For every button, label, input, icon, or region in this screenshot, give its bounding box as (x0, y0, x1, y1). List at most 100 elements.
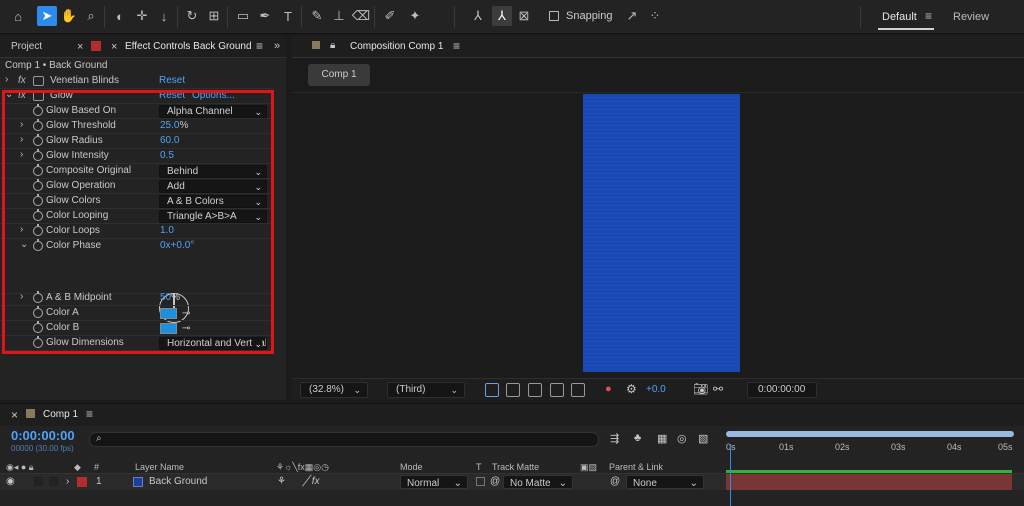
graph-editor-icon[interactable]: ▧ (698, 432, 708, 445)
snap-edge-icon[interactable]: ↗ (622, 6, 642, 26)
tab-effect-controls[interactable]: Effect Controls Back Ground (125, 41, 252, 52)
workspace-default-tab[interactable]: Default (882, 11, 917, 23)
dropdown-value: Normal (407, 478, 440, 489)
back-ground-layer-preview[interactable] (583, 94, 740, 372)
preserve-transparency-toggle[interactable] (476, 477, 485, 486)
home-icon[interactable]: ⌂ (8, 6, 28, 26)
orbit-camera-icon[interactable]: ◐ (110, 6, 130, 26)
solo-toggle[interactable] (34, 477, 43, 486)
current-time-display[interactable]: 0:00:00:00 (747, 382, 817, 398)
pan-behind-icon[interactable]: ⊞ (204, 6, 224, 26)
layer-name[interactable]: Back Ground (149, 476, 207, 487)
shy-switch-icon[interactable]: ⚘ (277, 476, 286, 487)
puppet-pin-icon[interactable]: ✦ (405, 6, 425, 26)
grid-guides-icon[interactable] (571, 383, 585, 397)
zoom-tool-icon[interactable]: ⌕ (81, 6, 101, 26)
eraser-tool-icon[interactable]: ⌫ (351, 6, 371, 26)
effect-preset-icon (33, 76, 44, 86)
panel-menu-icon[interactable]: ≡ (86, 407, 93, 421)
close-icon[interactable]: × (11, 408, 18, 422)
axis-local-icon[interactable]: ⅄ (468, 6, 488, 26)
dropdown-value: (Third) (396, 384, 426, 395)
blend-mode-dropdown[interactable]: Normal ⌄ (400, 475, 468, 489)
transparency-grid-icon[interactable] (506, 383, 520, 397)
effect-venetian-blinds[interactable]: › fx Venetian Blinds Reset (0, 74, 274, 89)
region-of-interest-icon[interactable] (550, 383, 564, 397)
index-column-icon: # (94, 462, 100, 472)
show-snapshot-icon[interactable]: ⚯ (713, 382, 723, 396)
dropdown-value: (32.8%) (309, 384, 345, 395)
layer-search-input[interactable]: ⌕ (89, 432, 599, 447)
chevron-down-icon: ⌄ (353, 385, 361, 395)
comp-mini-flowchart-icon[interactable]: ⇶ (610, 432, 619, 445)
parent-dropdown[interactable]: None ⌄ (626, 475, 704, 489)
tab-composition[interactable]: Composition Comp 1 (350, 41, 443, 52)
workspace-active-underline (878, 28, 934, 30)
tab-comp-1[interactable]: Comp 1 (43, 409, 78, 420)
track-matte-header: Track Matte (492, 462, 540, 472)
dropdown-value: None (633, 478, 657, 489)
resolution-dropdown[interactable]: (Third) ⌄ (387, 382, 465, 398)
panel-menu-icon[interactable]: ≡ (453, 39, 460, 53)
parent-pickwhip-icon[interactable]: @ (610, 476, 620, 487)
brush-tool-icon[interactable]: ✎ (307, 6, 327, 26)
clone-stamp-icon[interactable]: ⊥ (329, 6, 349, 26)
chevron-down-icon: ⌄ (689, 478, 698, 489)
fx-switch-icon[interactable]: ╱ fx (303, 476, 320, 487)
rectangle-tool-icon[interactable]: ▭ (233, 6, 253, 26)
highlight-annotation-box (2, 90, 274, 354)
fx-icon[interactable]: fx (18, 75, 26, 86)
fast-previews-icon[interactable] (485, 383, 499, 397)
zoom-dropdown[interactable]: (32.8%) ⌄ (300, 382, 368, 398)
axis-world-icon[interactable]: ⅄ (492, 6, 512, 26)
layer-label-color[interactable] (77, 477, 87, 487)
effect-name: Venetian Blinds (50, 75, 119, 86)
layer-name-header[interactable]: Layer Name (135, 462, 184, 472)
frame-blending-icon[interactable]: ▦ (657, 432, 667, 445)
close-icon[interactable]: × (111, 41, 117, 53)
motion-blur-icon[interactable]: ◎ (677, 432, 687, 445)
channel-icon[interactable]: ● (605, 383, 612, 395)
pen-tool-icon[interactable]: ✒ (255, 6, 275, 26)
roto-brush-icon[interactable]: ✐ (380, 6, 400, 26)
type-tool-icon[interactable]: T (278, 6, 298, 26)
pickwhip-icon[interactable]: @ (490, 476, 500, 487)
snapshot-camera-icon[interactable]: 📷︎ (693, 382, 708, 396)
expand-panels-icon[interactable]: » (274, 40, 280, 52)
video-visibility-icon[interactable]: ◉ (6, 476, 15, 487)
chevron-right-icon[interactable]: › (66, 476, 69, 487)
panel-menu-icon[interactable]: ≡ (256, 39, 263, 53)
timeline-tabs: × Comp 1 ≡ (0, 404, 1024, 426)
workspace-review-tab[interactable]: Review (953, 11, 989, 23)
axis-view-icon[interactable]: ⊠ (514, 6, 534, 26)
color-management-icon[interactable]: ⚙ (626, 382, 637, 396)
layer-color-swatch (91, 41, 101, 51)
workspace-menu-icon[interactable]: ≡ (925, 9, 932, 23)
mask-visibility-icon[interactable] (528, 383, 542, 397)
snap-grid-icon[interactable]: ⁘ (645, 6, 665, 26)
timeline-current-time[interactable]: 0:00:00:00 (11, 428, 75, 443)
lock-toggle[interactable] (49, 477, 58, 486)
ruler-label: 02s (835, 442, 850, 452)
viewer-divider (292, 92, 1024, 93)
ruler-label: 04s (947, 442, 962, 452)
track-matte-dropdown[interactable]: No Matte ⌄ (503, 475, 573, 489)
pan-camera-icon[interactable]: ✛ (132, 6, 152, 26)
selection-tool-icon[interactable]: ➤ (37, 6, 57, 26)
hand-tool-icon[interactable]: ✋ (59, 6, 79, 26)
comp-flowchart-chip[interactable]: Comp 1 (308, 64, 370, 86)
layer-index: 1 (96, 476, 102, 487)
dolly-camera-icon[interactable]: ↓ (154, 6, 174, 26)
close-icon[interactable]: × (77, 41, 83, 53)
exposure-value[interactable]: +0.0 (646, 384, 666, 395)
rotation-tool-icon[interactable]: ↻ (182, 6, 202, 26)
work-area-bar[interactable] (726, 431, 1014, 437)
draft-3d-icon[interactable]: ♣ (634, 432, 641, 444)
current-time-indicator[interactable] (730, 444, 731, 506)
lock-icon[interactable]: 🔒︎ (330, 40, 335, 51)
layer-duration-bar[interactable] (726, 474, 1012, 490)
reset-link[interactable]: Reset (159, 75, 185, 86)
tab-project[interactable]: Project (11, 41, 42, 52)
chevron-right-icon[interactable]: › (5, 74, 8, 85)
snapping-checkbox[interactable] (549, 11, 559, 21)
